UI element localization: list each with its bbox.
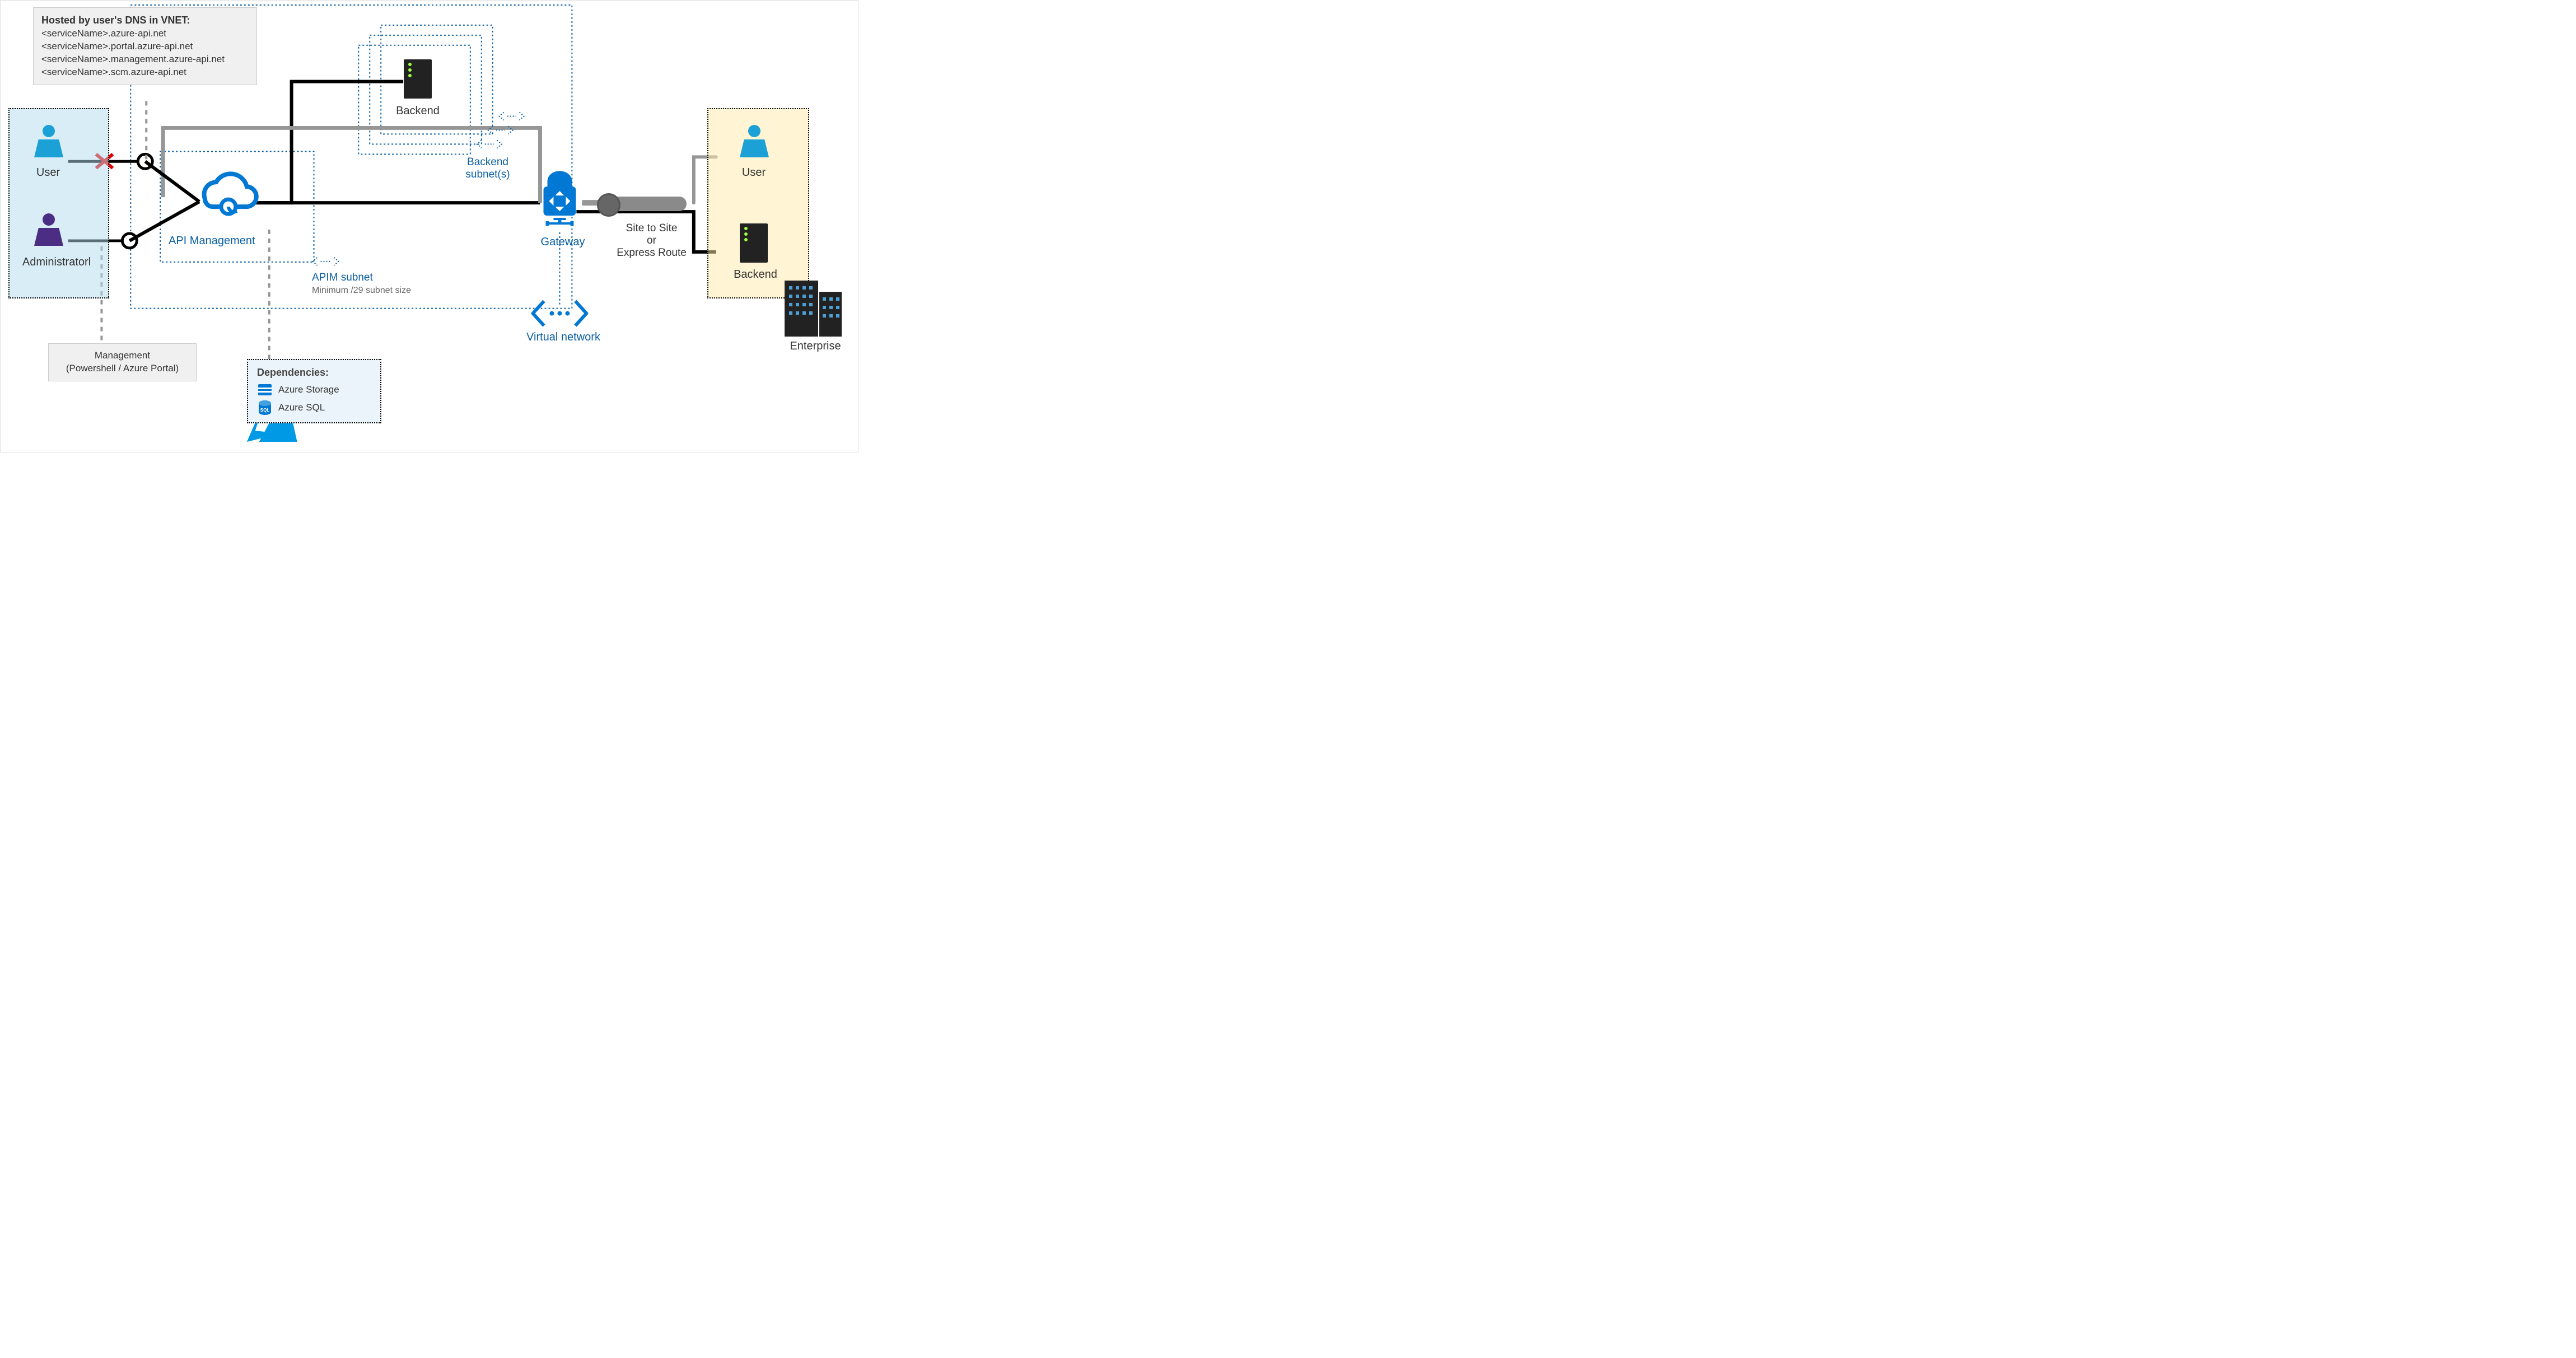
backend-subnets-label: Backend subnet(s) xyxy=(460,156,516,181)
admin-icon xyxy=(34,213,63,247)
dependencies-box: Dependencies: Azure Storage SQL Azure SQ… xyxy=(247,359,381,423)
dns-title: Hosted by user's DNS in VNET: xyxy=(41,15,190,26)
link-label: Site to Site or Express Route xyxy=(611,222,692,259)
backend-server-icon xyxy=(404,59,432,99)
enterprise-buildings-icon xyxy=(785,269,846,337)
dns-line4: <serviceName>.scm.azure-api.net xyxy=(41,67,186,77)
dns-line2: <serviceName>.portal.azure-api.net xyxy=(41,41,193,52)
dns-note-box: Hosted by user's DNS in VNET: <serviceNa… xyxy=(33,7,257,85)
dependencies-title: Dependencies: xyxy=(257,367,371,379)
dns-line1: <serviceName>.azure-api.net xyxy=(41,28,166,39)
user-icon xyxy=(34,125,63,158)
tunnel-icon xyxy=(603,197,687,211)
management-note-box: Management (Powershell / Azure Portal) xyxy=(48,343,197,381)
apim-subnet-label: APIM subnet xyxy=(312,272,373,284)
backend-label: Backend xyxy=(393,105,443,118)
enterprise-user-label: User xyxy=(731,166,776,179)
dep-sql-label: Azure SQL xyxy=(278,402,325,413)
sql-icon: SQL xyxy=(257,400,273,416)
enterprise-user-icon xyxy=(740,125,769,158)
user-label: User xyxy=(26,166,71,179)
dns-line3: <serviceName>.management.azure-api.net xyxy=(41,54,225,64)
storage-icon xyxy=(257,382,273,398)
diagram-canvas: Hosted by user's DNS in VNET: <serviceNa… xyxy=(0,0,858,452)
enterprise-backend-icon xyxy=(740,223,768,263)
dep-row-storage: Azure Storage xyxy=(257,382,371,398)
dep-storage-label: Azure Storage xyxy=(278,384,339,395)
dep-row-sql: SQL Azure SQL xyxy=(257,400,371,416)
apim-subnet-note: Minimum /29 subnet size xyxy=(312,286,411,296)
admin-label: Administratorl xyxy=(12,256,101,269)
enterprise-label: Enterprise xyxy=(785,340,846,353)
apim-label: API Management xyxy=(169,235,255,248)
svg-text:SQL: SQL xyxy=(260,408,270,413)
vnet-label: Virtual network xyxy=(516,331,611,344)
enterprise-backend-label: Backend xyxy=(727,268,783,281)
gateway-label: Gateway xyxy=(535,236,591,249)
